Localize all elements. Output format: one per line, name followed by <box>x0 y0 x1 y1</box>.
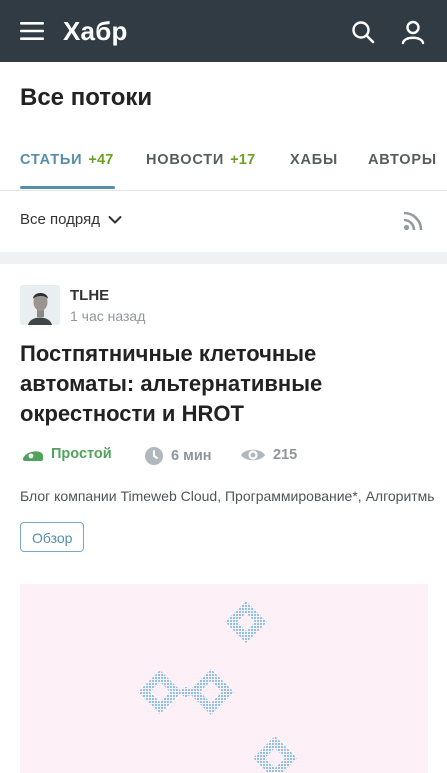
cellular-automaton-pattern <box>138 601 297 773</box>
page-title: Все потоки <box>20 84 153 111</box>
filter-row: Все подряд <box>0 191 447 251</box>
user-icon[interactable] <box>400 19 426 45</box>
tab-label: АВТОРЫ <box>368 152 437 168</box>
eye-icon <box>241 449 265 461</box>
tab-count: +17 <box>230 152 256 168</box>
article-hubs[interactable]: Блог компании Timeweb Cloud, Программиро… <box>20 488 435 504</box>
publish-time: 1 час назад <box>70 308 146 324</box>
hamburger-menu-icon[interactable] <box>20 22 44 40</box>
rss-icon[interactable] <box>403 211 423 231</box>
tab-label: НОВОСТИ <box>146 152 225 168</box>
reading-time: 6 мин <box>144 446 212 466</box>
views-value: 215 <box>273 447 298 463</box>
site-logo[interactable]: Хабр <box>63 16 128 47</box>
filter-label: Все подряд <box>20 211 100 228</box>
article-cover-image[interactable] <box>20 584 428 773</box>
difficulty-badge: Простой <box>22 446 112 462</box>
author-avatar[interactable] <box>20 285 60 325</box>
tab-count: +47 <box>88 152 114 168</box>
avatar-portrait-icon <box>20 285 60 325</box>
article-title[interactable]: Постпятничные клеточные автоматы: альтер… <box>20 339 430 429</box>
clock-icon <box>145 447 163 465</box>
flow-tabs: СТАТЬИ +47 НОВОСТИ +17 ХАБЫ АВТОРЫ <box>0 140 447 191</box>
difficulty-gauge-icon <box>23 451 43 461</box>
tab-authors[interactable]: АВТОРЫ <box>368 152 437 168</box>
chevron-down-icon <box>108 215 122 223</box>
reading-time-value: 6 мин <box>171 448 212 464</box>
views-count: 215 <box>240 446 297 464</box>
tab-articles[interactable]: СТАТЬИ +47 <box>20 152 114 168</box>
article-meta: Простой 6 мин 215 <box>22 446 442 470</box>
author-name[interactable]: TLHE <box>70 287 109 304</box>
tab-label: СТАТЬИ <box>20 152 83 168</box>
tab-news[interactable]: НОВОСТИ +17 <box>146 152 255 168</box>
difficulty-label: Простой <box>51 446 112 462</box>
filter-dropdown[interactable]: Все подряд <box>20 211 122 228</box>
section-separator <box>0 252 447 264</box>
search-icon[interactable] <box>351 20 375 44</box>
active-tab-indicator <box>20 186 115 189</box>
tab-hubs[interactable]: ХАБЫ <box>290 152 338 168</box>
tag-review-button[interactable]: Обзор <box>20 522 85 552</box>
tab-label: ХАБЫ <box>290 152 338 168</box>
top-navbar: Хабр <box>0 0 447 62</box>
